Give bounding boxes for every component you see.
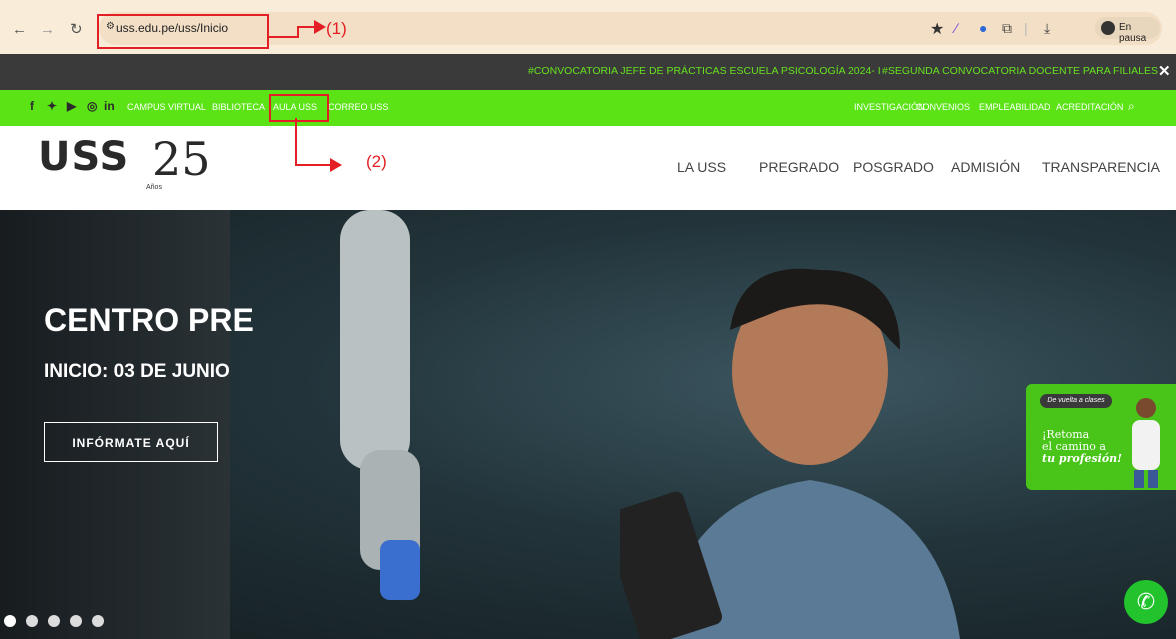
util-link-campus-virtual[interactable]: CAMPUS VIRTUAL (127, 102, 206, 112)
student-photo (620, 268, 960, 639)
extensions-puzzle-icon[interactable]: ⧉ (1002, 20, 1012, 37)
annotation-arrow-2 (330, 158, 342, 172)
annotation-label-1: (1) (326, 19, 347, 38)
nav-admision[interactable]: ADMISIÓN (951, 159, 1020, 175)
util-link-empleabilidad[interactable]: EMPLEABILIDAD (979, 102, 1051, 112)
pen-extension-icon[interactable]: ∕ (955, 20, 957, 36)
annotation-line-1a (267, 36, 299, 38)
announcement-link-1[interactable]: #CONVOCATORIA JEFE DE PRÁCTICAS ESCUELA … (528, 65, 881, 77)
nav-la-uss[interactable]: LA USS (677, 159, 726, 175)
slider-dot-1[interactable] (4, 615, 16, 627)
nav-posgrado[interactable]: POSGRADO (853, 159, 934, 175)
search-icon[interactable]: ⌕ (1128, 99, 1135, 114)
logo-text[interactable]: USS (38, 134, 129, 180)
slider-dot-3[interactable] (48, 615, 60, 627)
youtube-icon[interactable]: ▶ (67, 99, 76, 113)
linkedin-icon[interactable]: in (104, 99, 115, 113)
back-arrow-icon[interactable]: ← (12, 22, 27, 38)
forward-arrow-icon[interactable]: → (40, 22, 55, 38)
annotation-box-1 (97, 14, 269, 49)
bookmark-star-icon[interactable]: ★ (930, 19, 944, 39)
annotation-line-2a (295, 118, 297, 166)
close-icon[interactable]: ✕ (1158, 62, 1171, 80)
util-link-biblioteca[interactable]: BIBLIOTECA (212, 102, 265, 112)
annotation-box-2 (269, 94, 329, 122)
slider-dot-2[interactable] (26, 615, 38, 627)
profile-label: En pausa (1119, 22, 1147, 44)
info-button[interactable]: INFÓRMATE AQUÍ (44, 422, 218, 462)
promo-badge: De vuelta a clases (1040, 394, 1112, 408)
announcement-link-2[interactable]: #SEGUNDA CONVOCATORIA DOCENTE PARA FILIA… (882, 65, 1158, 77)
util-link-convenios[interactable]: CONVENIOS (916, 102, 970, 112)
util-link-correo-uss[interactable]: CORREO USS (328, 102, 389, 112)
hero-subtitle: INICIO: 03 DE JUNIO (44, 361, 230, 382)
profile-button[interactable]: En pausa (1095, 17, 1160, 44)
logo-number[interactable]: 25 (152, 132, 211, 186)
instagram-icon[interactable]: ◎ (87, 99, 97, 113)
util-link-investigacion[interactable]: INVESTIGACIÓN (854, 102, 925, 112)
promo-text: ¡Retoma el camino a tu profesión! (1042, 429, 1122, 465)
promo-person-image (1132, 398, 1160, 488)
slider-dot-4[interactable] (70, 615, 82, 627)
logo-subtitle: Años (146, 184, 162, 191)
site-header: USS 25 Años LA USS PREGRADO POSGRADO ADM… (0, 126, 1176, 210)
robot-arm-image (340, 210, 420, 600)
annotation-label-2: (2) (366, 152, 387, 171)
promo-banner[interactable]: De vuelta a clases ¡Retoma el camino a t… (1026, 384, 1176, 490)
reload-icon[interactable]: ↻ (70, 22, 83, 38)
twitter-icon[interactable]: ✦ (47, 99, 57, 113)
annotation-line-1c (297, 26, 315, 28)
hero-title: CENTRO PRE (44, 302, 254, 338)
promo-line-3: tu profesión! (1042, 452, 1122, 465)
hero-slider: CENTRO PRE INICIO: 03 DE JUNIO INFÓRMATE… (0, 210, 1176, 639)
nav-transparencia[interactable]: TRANSPARENCIA (1042, 159, 1160, 175)
facebook-icon[interactable]: f (30, 99, 34, 113)
annotation-arrow-1 (314, 20, 326, 34)
toolbar-divider: | (1024, 20, 1028, 36)
annotation-line-2b (295, 164, 331, 166)
avatar (1101, 21, 1115, 35)
util-link-acreditacion[interactable]: ACREDITACIÓN (1056, 102, 1123, 112)
slider-dot-5[interactable] (92, 615, 104, 627)
announcement-bar: #CONVOCATORIA JEFE DE PRÁCTICAS ESCUELA … (0, 54, 1176, 90)
whatsapp-icon[interactable]: ✆ (1124, 580, 1168, 624)
nav-pregrado[interactable]: PREGRADO (759, 159, 839, 175)
color-extension-icon[interactable]: ● (979, 20, 987, 36)
utility-bar: f ✦ ▶ ◎ in CAMPUS VIRTUAL BIBLIOTECA AUL… (0, 90, 1176, 126)
download-icon[interactable]: ⤓ (1044, 20, 1050, 37)
